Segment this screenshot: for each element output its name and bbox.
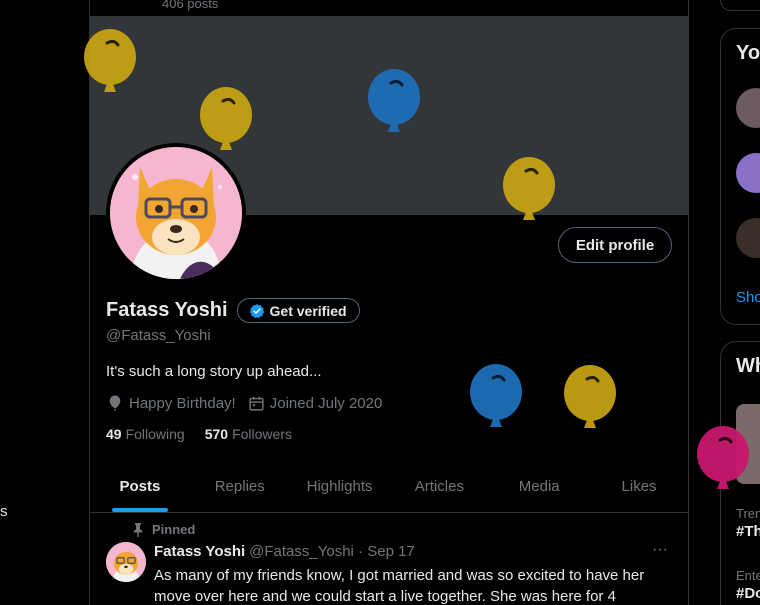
balloon-icon	[200, 87, 252, 150]
tweet-handle-date[interactable]: @Fatass_Yoshi · Sep 17	[249, 543, 415, 560]
panel-title: Yo	[736, 42, 760, 64]
verified-badge-icon	[249, 303, 264, 318]
trend-tag[interactable]: #Th	[736, 523, 760, 540]
tab-likes[interactable]: Likes	[589, 461, 689, 512]
followers-label: Followers	[232, 426, 292, 442]
following-label: Following	[125, 426, 185, 442]
show-more-link[interactable]: Sho	[736, 289, 760, 306]
right-sidebar: Yo Sho Wh Tren #Th Ente #Do	[720, 0, 760, 605]
tab-replies[interactable]: Replies	[190, 461, 290, 512]
following-link[interactable]: 49 Following	[106, 426, 185, 442]
get-verified-label: Get verified	[269, 302, 347, 319]
trend-category: Ente	[736, 568, 760, 583]
more-icon[interactable]: ···	[652, 541, 668, 559]
profile-avatar[interactable]	[106, 143, 246, 283]
search-box-fragment[interactable]	[720, 0, 760, 11]
following-count: 49	[106, 426, 122, 442]
tweet-header: Fatass Yoshi @Fatass_Yoshi · Sep 17	[154, 543, 415, 560]
followers-count: 570	[204, 426, 229, 442]
calendar-icon	[249, 396, 264, 411]
balloon-icon	[84, 29, 136, 92]
balloon-icon	[503, 157, 555, 220]
name-row: Fatass Yoshi Get verified	[106, 298, 360, 323]
balloon-icon	[368, 69, 420, 132]
tab-posts[interactable]: Posts	[90, 461, 190, 512]
balloon-icon	[470, 364, 522, 427]
tab-label: Media	[518, 478, 560, 495]
joined-text: Joined July 2020	[269, 394, 383, 412]
tab-label: Articles	[414, 478, 464, 495]
trend-tag[interactable]: #Do	[736, 585, 760, 602]
balloon-icon	[109, 395, 121, 411]
profile-meta: Happy Birthday! Joined July 2020	[106, 394, 394, 412]
tab-label: Highlights	[306, 478, 373, 495]
birthday-text: Happy Birthday!	[129, 394, 236, 412]
tab-highlights[interactable]: Highlights	[290, 461, 390, 512]
balloon-icon	[564, 365, 616, 428]
edit-profile-button[interactable]: Edit profile	[558, 227, 672, 263]
profile-bio: It's such a long story up ahead...	[106, 363, 322, 380]
tab-articles[interactable]: Articles	[389, 461, 489, 512]
get-verified-button[interactable]: Get verified	[236, 298, 360, 323]
left-nav-fragment[interactable]: s	[0, 503, 8, 520]
tweet-text: As many of my friends know, I got marrie…	[154, 567, 645, 605]
trend-category: Tren	[736, 506, 760, 521]
followers-link[interactable]: 570 Followers	[205, 426, 292, 442]
follow-stats: 49 Following 570 Followers	[106, 426, 312, 442]
profile-handle: @Fatass_Yoshi	[106, 327, 211, 344]
profile-tabs: Posts Replies Highlights Articles Media …	[90, 461, 689, 513]
pin-icon	[133, 522, 143, 537]
display-name: Fatass Yoshi	[106, 299, 228, 321]
birthday-item: Happy Birthday!	[106, 394, 236, 412]
tab-label: Posts	[119, 478, 161, 495]
tweet-avatar[interactable]	[106, 542, 146, 582]
pinned-label: Pinned	[152, 522, 196, 537]
tab-media[interactable]: Media	[489, 461, 589, 512]
tab-label: Replies	[214, 478, 265, 495]
avatar-image	[110, 147, 242, 279]
tweet-author-name[interactable]: Fatass Yoshi	[154, 543, 245, 560]
panel-title: Wh	[736, 355, 760, 377]
active-tab-indicator	[111, 508, 168, 512]
tab-label: Likes	[621, 478, 657, 495]
post-count: 406 posts	[162, 0, 219, 11]
joined-item: Joined July 2020	[248, 394, 383, 412]
pinned-indicator: Pinned	[132, 522, 195, 537]
balloon-icon	[697, 426, 749, 489]
